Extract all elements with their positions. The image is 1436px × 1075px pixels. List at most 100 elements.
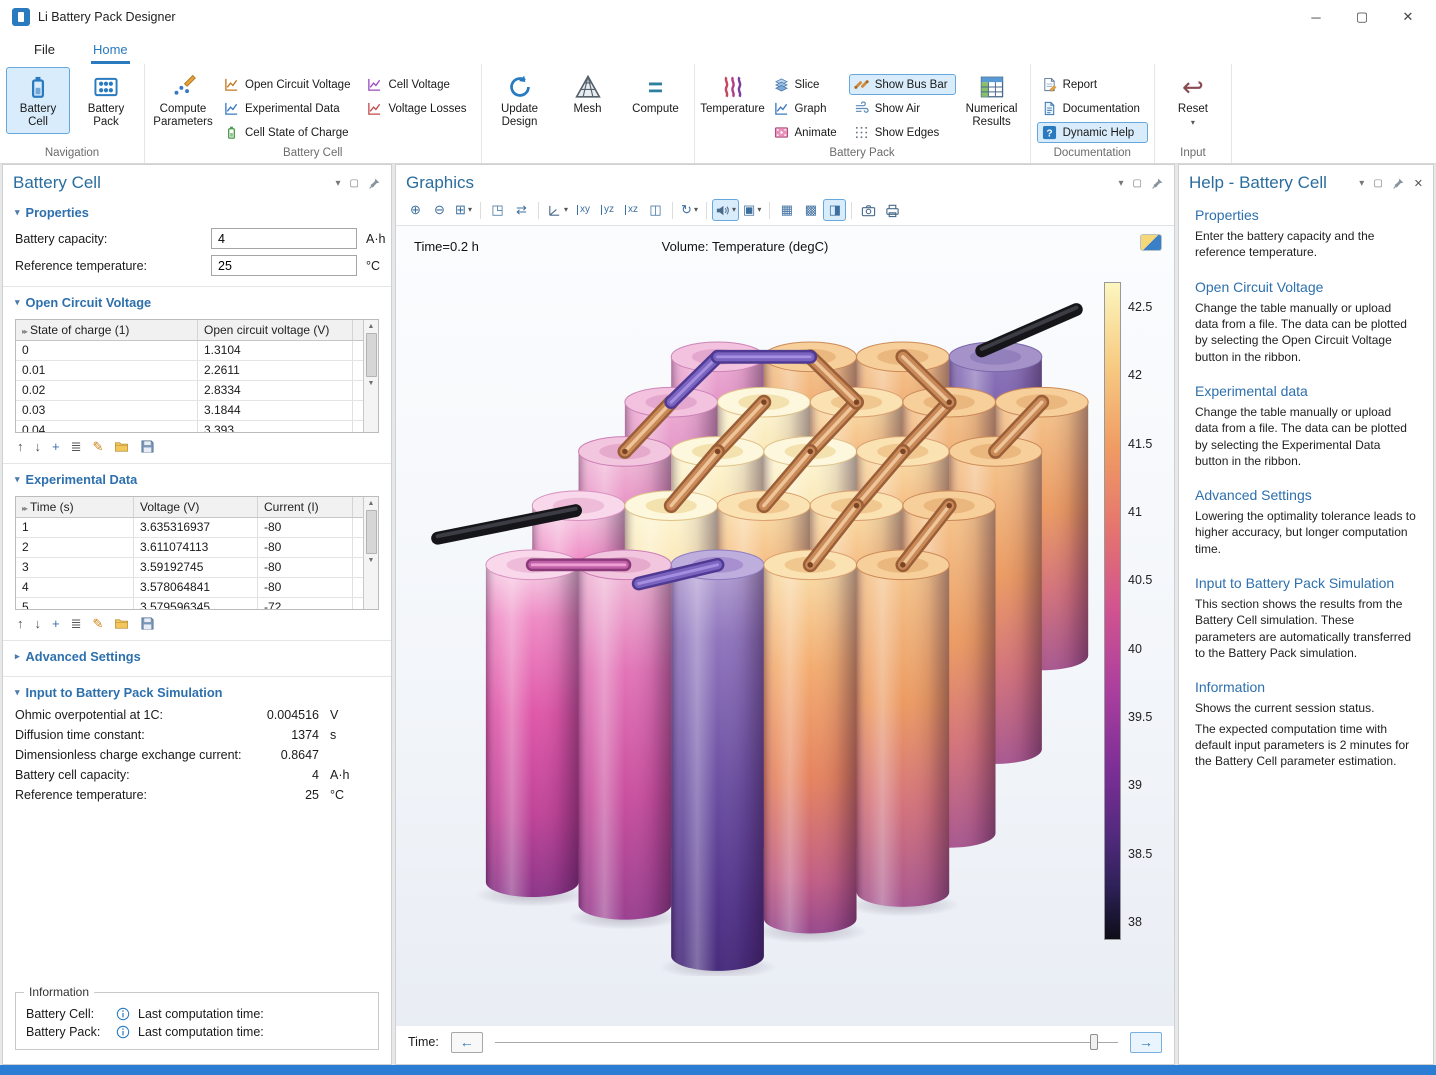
plot-window-button[interactable]	[1140, 234, 1162, 251]
next-time-step-button[interactable]: →	[1130, 1032, 1162, 1053]
time-slider[interactable]	[495, 1032, 1118, 1052]
help-heading-advanced-settings[interactable]: Advanced Settings	[1195, 483, 1417, 506]
table-row[interactable]: 0.02 2.8334	[16, 381, 378, 401]
menu-file[interactable]: File	[32, 38, 57, 64]
move-up-button[interactable]: ↑	[17, 440, 24, 453]
table-row[interactable]: 0.04 3.393	[16, 421, 378, 433]
open-circuit-voltage-button[interactable]: Open Circuit Voltage	[219, 74, 358, 95]
reset-button[interactable]: ↩ Reset ▾	[1161, 67, 1225, 132]
zoom-out-button[interactable]: ⊖	[428, 199, 451, 221]
edit-table-button[interactable]: ✎	[93, 617, 104, 630]
pin-icon[interactable]	[368, 177, 381, 190]
save-table-icon[interactable]	[140, 616, 155, 631]
panel-float-icon[interactable]: ▢	[350, 178, 359, 189]
load-file-icon[interactable]	[114, 439, 129, 454]
section-open-circuit-voltage[interactable]: ▾ Open Circuit Voltage	[3, 287, 391, 315]
compute-parameters-button[interactable]: Compute Parameters	[151, 67, 215, 134]
table-row[interactable]: 0.03 3.1844	[16, 401, 378, 421]
help-heading-properties[interactable]: Properties	[1195, 203, 1417, 226]
help-heading-open-circuit-voltage[interactable]: Open Circuit Voltage	[1195, 275, 1417, 298]
add-row-button[interactable]: +	[52, 617, 60, 630]
scene-settings-button[interactable]: ▣▾	[740, 199, 764, 221]
panel-float-icon[interactable]: ▢	[1133, 178, 1142, 189]
section-input-to-pack[interactable]: ▾ Input to Battery Pack Simulation	[3, 677, 391, 705]
scroll-up-icon[interactable]: ▲	[368, 320, 375, 333]
edit-table-button[interactable]: ✎	[93, 440, 104, 453]
temperature-button[interactable]: Temperature	[701, 67, 765, 121]
move-up-button[interactable]: ↑	[17, 617, 24, 630]
battery-cell-button[interactable]: Battery Cell	[6, 67, 70, 134]
update-design-button[interactable]: Update Design	[488, 67, 552, 134]
panel-menu-icon[interactable]: ▾	[336, 178, 341, 189]
slice-button[interactable]: Slice	[769, 74, 845, 95]
grid-button[interactable]: ▦	[775, 199, 798, 221]
table-row[interactable]: 1 3.635316937 -80	[16, 518, 378, 538]
table-row[interactable]: 3 3.59192745 -80	[16, 558, 378, 578]
documentation-button[interactable]: Documentation	[1037, 98, 1148, 119]
mirror-view-button[interactable]: ◫	[644, 199, 667, 221]
rotate-view-button[interactable]: ↻▾	[678, 199, 701, 221]
battery-capacity-input[interactable]	[211, 228, 357, 249]
zoom-extents-button[interactable]: ◳	[486, 199, 509, 221]
help-heading-experimental-data[interactable]: Experimental data	[1195, 379, 1417, 402]
view-xz-button[interactable]: xz	[620, 199, 643, 221]
section-properties[interactable]: ▾ Properties	[3, 197, 391, 225]
animate-button[interactable]: Animate	[769, 122, 845, 143]
print-button[interactable]	[881, 199, 904, 221]
delete-row-button[interactable]: ≣	[71, 617, 82, 630]
table-row[interactable]: 0.01 2.2611	[16, 361, 378, 381]
orientation-button[interactable]: ▾	[544, 199, 571, 221]
section-advanced-settings[interactable]: ▸ Advanced Settings	[3, 641, 391, 669]
view-yz-button[interactable]: yz	[596, 199, 619, 221]
table-row[interactable]: 5 3.579596345 -72	[16, 598, 378, 610]
move-down-button[interactable]: ↓	[35, 617, 42, 630]
help-heading-input-to-pack[interactable]: Input to Battery Pack Simulation	[1195, 571, 1417, 594]
panel-menu-icon[interactable]: ▾	[1359, 178, 1364, 189]
panel-close-icon[interactable]: ✕	[1414, 177, 1423, 190]
show-air-button[interactable]: Show Air	[849, 98, 956, 119]
minimize-button[interactable]: ─	[1296, 3, 1336, 31]
cell-voltage-button[interactable]: Cell Voltage	[362, 74, 474, 95]
help-heading-information[interactable]: Information	[1195, 675, 1417, 698]
reference-temperature-input[interactable]	[211, 255, 357, 276]
report-button[interactable]: Report	[1037, 74, 1148, 95]
section-experimental-data[interactable]: ▾ Experimental Data	[3, 464, 391, 492]
battery-pack-button[interactable]: Battery Pack	[74, 67, 138, 134]
table-row[interactable]: 0 1.3104	[16, 341, 378, 361]
mesh-button[interactable]: Mesh	[556, 67, 620, 121]
table-scrollbar[interactable]: ▲ ▼	[363, 497, 378, 609]
pin-icon[interactable]	[1151, 177, 1164, 190]
time-slider-thumb[interactable]	[1090, 1034, 1098, 1050]
pin-icon[interactable]	[1392, 177, 1405, 190]
zoom-in-button[interactable]: ⊕	[404, 199, 427, 221]
previous-time-step-button[interactable]: ←	[451, 1032, 483, 1053]
show-edges-button[interactable]: Show Edges	[849, 122, 956, 143]
grid-add-button[interactable]: ▩	[799, 199, 822, 221]
compute-button[interactable]: = Compute	[624, 67, 688, 121]
table-row[interactable]: 4 3.578064841 -80	[16, 578, 378, 598]
load-file-icon[interactable]	[114, 616, 129, 631]
table-scrollbar[interactable]: ▲ ▼	[363, 320, 378, 432]
table-row[interactable]: 2 3.611074113 -80	[16, 538, 378, 558]
graphics-canvas[interactable]: Time=0.2 h Volume: Temperature (degC)	[396, 226, 1174, 1026]
add-row-button[interactable]: +	[52, 440, 60, 453]
dynamic-help-button[interactable]: Dynamic Help	[1037, 122, 1148, 143]
menu-home[interactable]: Home	[91, 38, 130, 64]
scroll-down-icon[interactable]: ▼	[368, 554, 375, 567]
snapshot-button[interactable]	[857, 199, 880, 221]
numerical-results-button[interactable]: Numerical Results	[960, 67, 1024, 134]
delete-row-button[interactable]: ≣	[71, 440, 82, 453]
graph-button[interactable]: Graph	[769, 98, 845, 119]
maximize-button[interactable]: ▢	[1342, 3, 1382, 31]
save-table-icon[interactable]	[140, 439, 155, 454]
panel-menu-icon[interactable]: ▾	[1119, 178, 1124, 189]
sound-button[interactable]: ▾	[712, 199, 739, 221]
close-button[interactable]: ✕	[1388, 3, 1428, 31]
scroll-thumb[interactable]	[366, 333, 377, 377]
move-down-button[interactable]: ↓	[35, 440, 42, 453]
pan-button[interactable]: ⇄	[510, 199, 533, 221]
panel-float-icon[interactable]: ▢	[1373, 178, 1382, 189]
cell-state-of-charge-button[interactable]: Cell State of Charge	[219, 122, 358, 143]
split-view-button[interactable]: ◨	[823, 199, 846, 221]
voltage-losses-button[interactable]: Voltage Losses	[362, 98, 474, 119]
